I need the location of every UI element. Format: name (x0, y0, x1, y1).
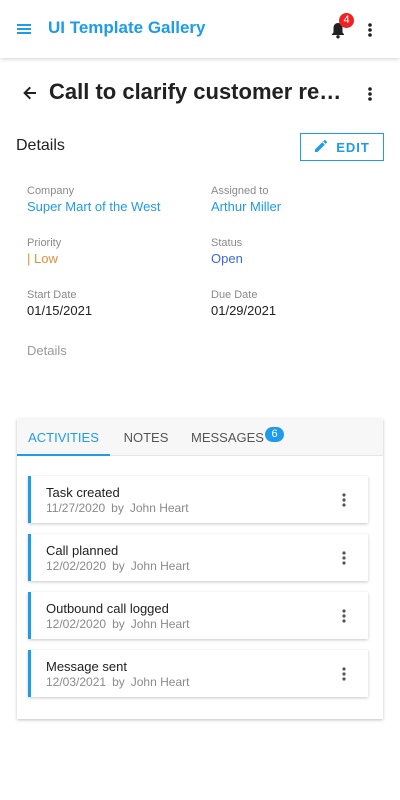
activity-by: by (111, 501, 124, 515)
more-vert-icon[interactable] (362, 20, 378, 40)
activity-item[interactable]: Task created 11/27/2020 by John Heart (28, 476, 368, 523)
pencil-icon (314, 139, 328, 156)
start-date-value: 01/15/2021 (27, 303, 93, 318)
edit-button-label: EDIT (336, 139, 370, 155)
activity-date: 11/27/2020 (46, 501, 106, 515)
activity-panel: ACTIVITIES NOTES MESSAGES 6 Task created… (17, 419, 383, 719)
menu-icon[interactable] (14, 19, 34, 39)
tab-bar: ACTIVITIES NOTES MESSAGES 6 (17, 419, 383, 456)
activity-meta: 11/27/2020 by John Heart (46, 501, 195, 515)
activity-meta: 12/03/2021 by John Heart (46, 675, 195, 689)
page-title: Call to clarify customer requ... (49, 79, 354, 104)
due-date-label: Due Date (211, 289, 258, 301)
more-vert-icon[interactable] (337, 607, 351, 625)
notification-count-badge: 4 (339, 13, 354, 28)
priority-field: Priority | Low (27, 237, 61, 266)
activity-by: by (112, 675, 125, 689)
start-date-label: Start Date (27, 289, 77, 301)
status-field: Status Open (211, 237, 243, 266)
activity-meta: 12/02/2020 by John Heart (46, 559, 195, 573)
activity-title: Task created (46, 485, 120, 500)
app-title: UI Template Gallery (48, 18, 206, 37)
messages-count-badge: 6 (265, 427, 284, 442)
activity-date: 12/03/2021 (46, 675, 107, 689)
activity-title: Message sent (46, 659, 127, 674)
more-vert-icon[interactable] (337, 549, 351, 567)
tab-messages[interactable]: MESSAGES (191, 419, 264, 456)
activity-title: Call planned (46, 543, 119, 558)
activity-author: John Heart (129, 501, 189, 515)
status-label: Status (211, 237, 243, 249)
edit-button[interactable]: EDIT (300, 133, 384, 161)
activity-by: by (112, 617, 125, 631)
priority-value: | Low (27, 251, 58, 266)
assigned-link[interactable]: Arthur Miller (211, 199, 281, 214)
details-description-label: Details (27, 343, 67, 358)
activity-item[interactable]: Outbound call logged 12/02/2020 by John He… (28, 592, 368, 639)
company-field: Company Super Mart of the West (27, 185, 160, 214)
tab-activities[interactable]: ACTIVITIES (17, 419, 110, 456)
activity-date: 12/02/2020 (46, 559, 107, 573)
assigned-label: Assigned to (211, 185, 269, 197)
company-link[interactable]: Super Mart of the West (27, 199, 160, 214)
back-arrow-icon[interactable] (20, 83, 40, 103)
priority-label: Priority (27, 237, 62, 249)
activity-author: John Heart (130, 559, 190, 573)
more-vert-icon[interactable] (337, 665, 351, 683)
start-date-field: Start Date 01/15/2021 (27, 289, 92, 318)
activity-by: by (112, 559, 125, 573)
app-bar: UI Template Gallery 4 (0, 0, 400, 58)
activity-item[interactable]: Message sent 12/03/2021 by John Heart (28, 650, 368, 697)
company-label: Company (27, 185, 75, 197)
more-vert-icon[interactable] (337, 491, 351, 509)
activity-author: John Heart (130, 617, 190, 631)
assigned-field: Assigned to Arthur Miller (211, 185, 281, 214)
due-date-value: 01/29/2021 (211, 303, 277, 318)
due-date-field: Due Date 01/29/2021 (211, 289, 276, 318)
activity-item[interactable]: Call planned 12/02/2020 by John Heart (28, 534, 368, 581)
tab-notes[interactable]: NOTES (117, 419, 175, 456)
activity-date: 12/02/2020 (46, 617, 107, 631)
activity-author: John Heart (130, 675, 190, 689)
activity-title: Outbound call logged (46, 601, 169, 616)
activity-meta: 12/02/2020 by John Heart (46, 617, 195, 631)
details-section-title: Details (16, 137, 65, 154)
status-value: Open (211, 251, 243, 266)
more-vert-icon[interactable] (362, 84, 378, 104)
